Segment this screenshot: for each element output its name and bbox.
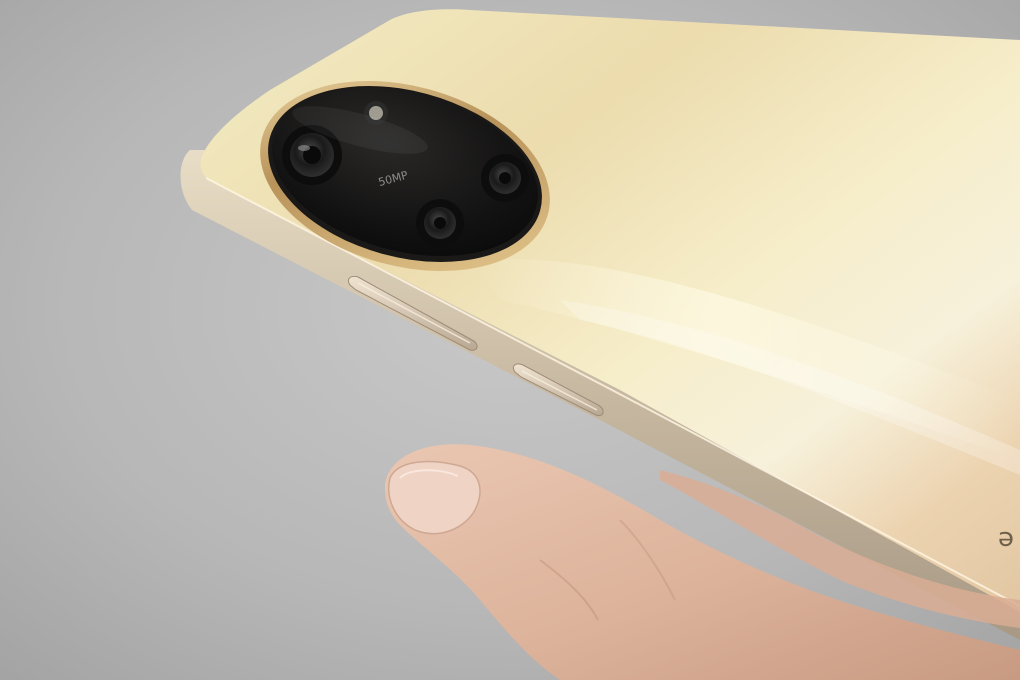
phone-photo: 50MP e: [0, 0, 1020, 680]
tertiary-lens-icon: [416, 199, 464, 247]
brand-text-fragment: e: [998, 525, 1014, 555]
photo-scene: 50MP e: [0, 0, 1020, 680]
secondary-lens-icon: [481, 154, 529, 202]
